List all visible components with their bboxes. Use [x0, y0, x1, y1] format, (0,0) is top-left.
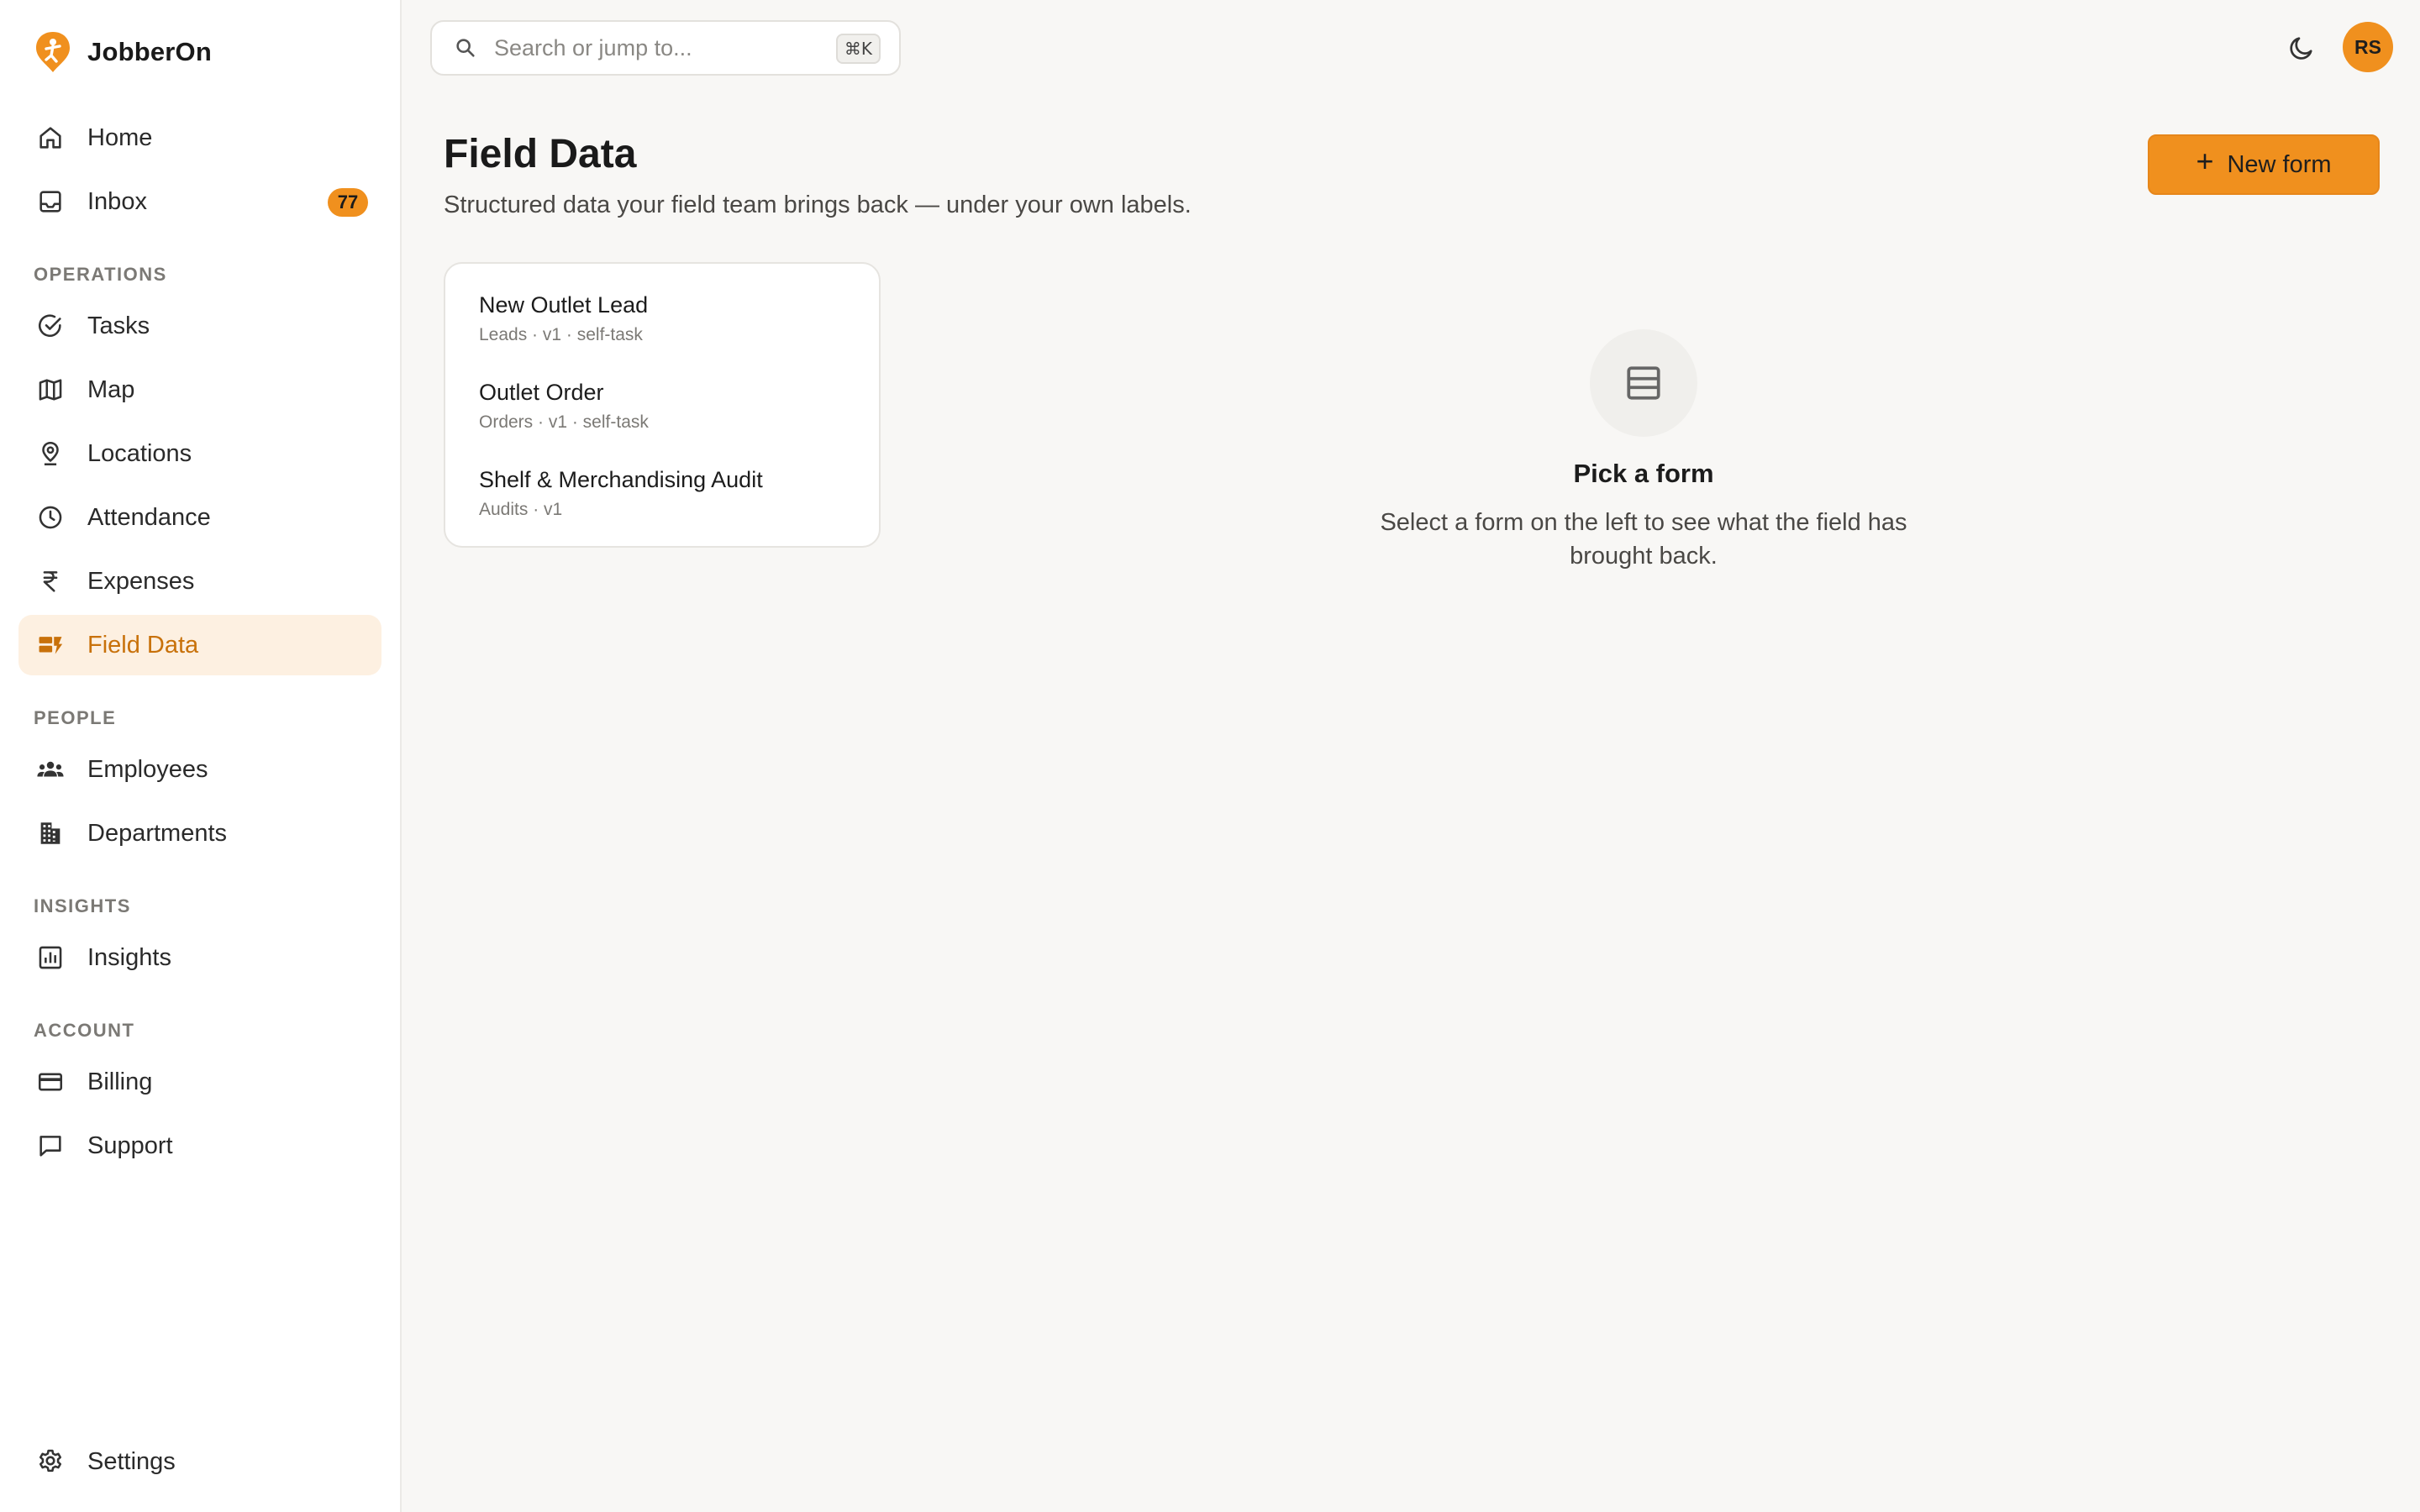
sidebar-item-tasks[interactable]: Tasks [18, 296, 381, 356]
sidebar-item-label: Employees [87, 755, 208, 783]
empty-state-title: Pick a form [1573, 459, 1714, 488]
form-list-item[interactable]: Shelf & Merchandising Audit Audits · v1 [479, 467, 865, 520]
form-meta: Leads · v1 · self-task [479, 325, 643, 344]
form-name: Outlet Order [479, 380, 604, 405]
sidebar-item-label: Departments [87, 819, 228, 847]
sidebar-item-locations[interactable]: Locations [18, 423, 381, 484]
sidebar-item-employees[interactable]: Employees [18, 739, 381, 800]
sidebar-item-map[interactable]: Map [18, 360, 381, 420]
section-label-account: ACCOUNT [34, 1020, 135, 1041]
inbox-count-badge: 77 [328, 188, 368, 217]
sidebar-item-label: Map [87, 375, 135, 403]
map-pin-icon [34, 437, 67, 470]
sidebar-item-settings[interactable]: Settings [18, 1431, 381, 1492]
form-name: Shelf & Merchandising Audit [479, 467, 763, 492]
building-icon [34, 816, 67, 850]
brand[interactable]: JobberOn [34, 30, 212, 74]
rupee-icon [34, 564, 67, 598]
check-circle-icon [34, 309, 67, 343]
home-icon [34, 121, 67, 155]
message-square-icon [34, 1129, 67, 1163]
theme-toggle-button[interactable] [2281, 27, 2323, 69]
sidebar-item-label: Billing [87, 1068, 153, 1095]
map-icon [34, 373, 67, 407]
table-rows-icon [1627, 366, 1660, 400]
search-bar[interactable]: ⌘K [430, 20, 901, 76]
sidebar-item-label: Field Data [87, 631, 199, 659]
section-label-people: PEOPLE [34, 707, 117, 728]
sidebar-item-insights[interactable]: Insights [18, 927, 381, 988]
section-label-operations: OPERATIONS [34, 264, 167, 285]
sidebar-item-label: Attendance [87, 503, 211, 531]
empty-state-icon-wrap [1590, 329, 1697, 437]
sidebar: JobberOn Home Inbox 77 OPERATIONS Tasks [0, 0, 402, 1512]
sidebar-item-departments[interactable]: Departments [18, 803, 381, 864]
section-label-insights: INSIGHTS [34, 895, 131, 916]
form-name: New Outlet Lead [479, 292, 649, 318]
sidebar-item-inbox[interactable]: Inbox 77 [18, 171, 381, 232]
sidebar-item-billing[interactable]: Billing [18, 1052, 381, 1112]
sidebar-item-label: Tasks [87, 312, 150, 339]
sidebar-item-label: Inbox [87, 187, 147, 215]
credit-card-icon [34, 1065, 67, 1099]
page-title: Field Data [444, 132, 637, 176]
field-data-icon [34, 628, 67, 662]
search-icon [456, 39, 475, 57]
sidebar-item-label: Settings [87, 1447, 176, 1475]
new-form-button-label: New form [2227, 150, 2332, 178]
users-icon [34, 753, 67, 786]
sidebar-item-label: Locations [87, 439, 192, 467]
form-meta: Orders · v1 · self-task [479, 412, 649, 432]
brand-name: JobberOn [87, 37, 213, 66]
gear-icon [34, 1445, 67, 1478]
user-avatar[interactable]: RS [2343, 22, 2393, 72]
plus-icon: + [2196, 144, 2214, 178]
empty-state-description: Select a form on the left to see what th… [1380, 509, 1907, 570]
search-input[interactable] [494, 34, 830, 61]
app-root: JobberOn Home Inbox 77 OPERATIONS Tasks [0, 0, 2420, 1512]
shortcut-hint: ⌘K [835, 34, 881, 64]
sidebar-item-label: Home [87, 123, 153, 151]
bar-chart-icon [34, 941, 67, 974]
sidebar-item-attendance[interactable]: Attendance [18, 487, 381, 548]
clock-icon [34, 501, 67, 534]
sidebar-item-label: Support [87, 1131, 173, 1159]
page-subtitle: Structured data your field team brings b… [444, 192, 1192, 218]
forms-list: New Outlet Lead Leads · v1 · self-task O… [444, 262, 881, 548]
inbox-icon [34, 185, 67, 218]
new-form-button[interactable]: + New form [2148, 134, 2380, 195]
brand-logo-icon [36, 32, 70, 72]
sidebar-item-field-data[interactable]: Field Data [18, 615, 381, 675]
form-list-item[interactable]: New Outlet Lead Leads · v1 · self-task [479, 292, 865, 345]
sidebar-item-support[interactable]: Support [18, 1116, 381, 1176]
sidebar-item-label: Insights [87, 943, 171, 971]
form-list-item[interactable]: Outlet Order Orders · v1 · self-task [479, 380, 865, 433]
sidebar-item-label: Expenses [87, 567, 195, 595]
form-meta: Audits · v1 [479, 500, 563, 519]
sidebar-item-expenses[interactable]: Expenses [18, 551, 381, 612]
moon-icon [2290, 37, 2312, 60]
sidebar-item-home[interactable]: Home [18, 108, 381, 168]
